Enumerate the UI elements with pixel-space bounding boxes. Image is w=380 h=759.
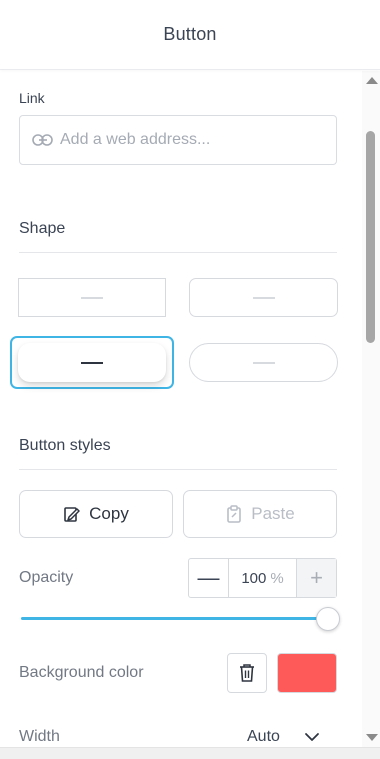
dash-icon [252,361,275,364]
opacity-increase-button[interactable]: + [296,559,336,597]
dash-icon [252,296,275,299]
opacity-stepper: — 100 % + [188,558,337,598]
opacity-slider-handle[interactable] [316,607,340,631]
dash-icon [81,361,103,364]
settings-panel: Link Add a web address... Shape Button s… [0,71,362,747]
paste-label: Paste [251,504,295,523]
width-label: Width [19,728,60,745]
plus-icon: + [310,565,323,590]
copy-style-icon [64,507,80,522]
panel-header: Button [0,0,380,70]
copy-label: Copy [89,504,129,523]
minus-icon: — [197,565,220,590]
clear-color-button[interactable] [227,653,267,693]
shape-divider [19,252,337,253]
opacity-input[interactable]: 100 % [229,559,296,597]
width-select[interactable]: Auto [247,728,280,746]
link-input[interactable]: Add a web address... [19,115,337,165]
link-placeholder: Add a web address... [60,131,211,148]
scroll-down-arrow-icon[interactable] [366,734,378,741]
background-color-label: Background color [19,664,144,681]
panel-title: Button [163,24,217,44]
scroll-thumb[interactable] [366,131,375,343]
shape-rounded-option[interactable] [189,278,338,317]
button-styles-title: Button styles [19,437,111,454]
copy-style-button[interactable]: Copy [19,490,173,538]
shape-square-option[interactable] [18,278,166,317]
dash-icon [81,296,103,299]
trash-icon [240,664,254,682]
opacity-label: Opacity [19,569,74,586]
horizontal-scrollbar [0,747,380,759]
shape-shadow-option[interactable] [18,343,166,382]
background-color-swatch[interactable] [277,653,337,693]
clipboard-icon [227,505,242,523]
opacity-unit: % [270,569,284,587]
vertical-scrollbar[interactable] [362,71,380,747]
chevron-down-icon[interactable] [304,731,320,743]
opacity-slider-track[interactable] [21,617,328,620]
scroll-up-arrow-icon[interactable] [366,77,378,84]
link-label: Link [19,90,45,106]
link-icon [32,134,53,146]
opacity-value: 100 [241,569,267,587]
button-styles-divider [19,469,337,470]
paste-style-button[interactable]: Paste [183,490,337,538]
shape-title: Shape [19,220,66,237]
shape-pill-option[interactable] [189,343,338,382]
opacity-decrease-button[interactable]: — [189,559,229,597]
